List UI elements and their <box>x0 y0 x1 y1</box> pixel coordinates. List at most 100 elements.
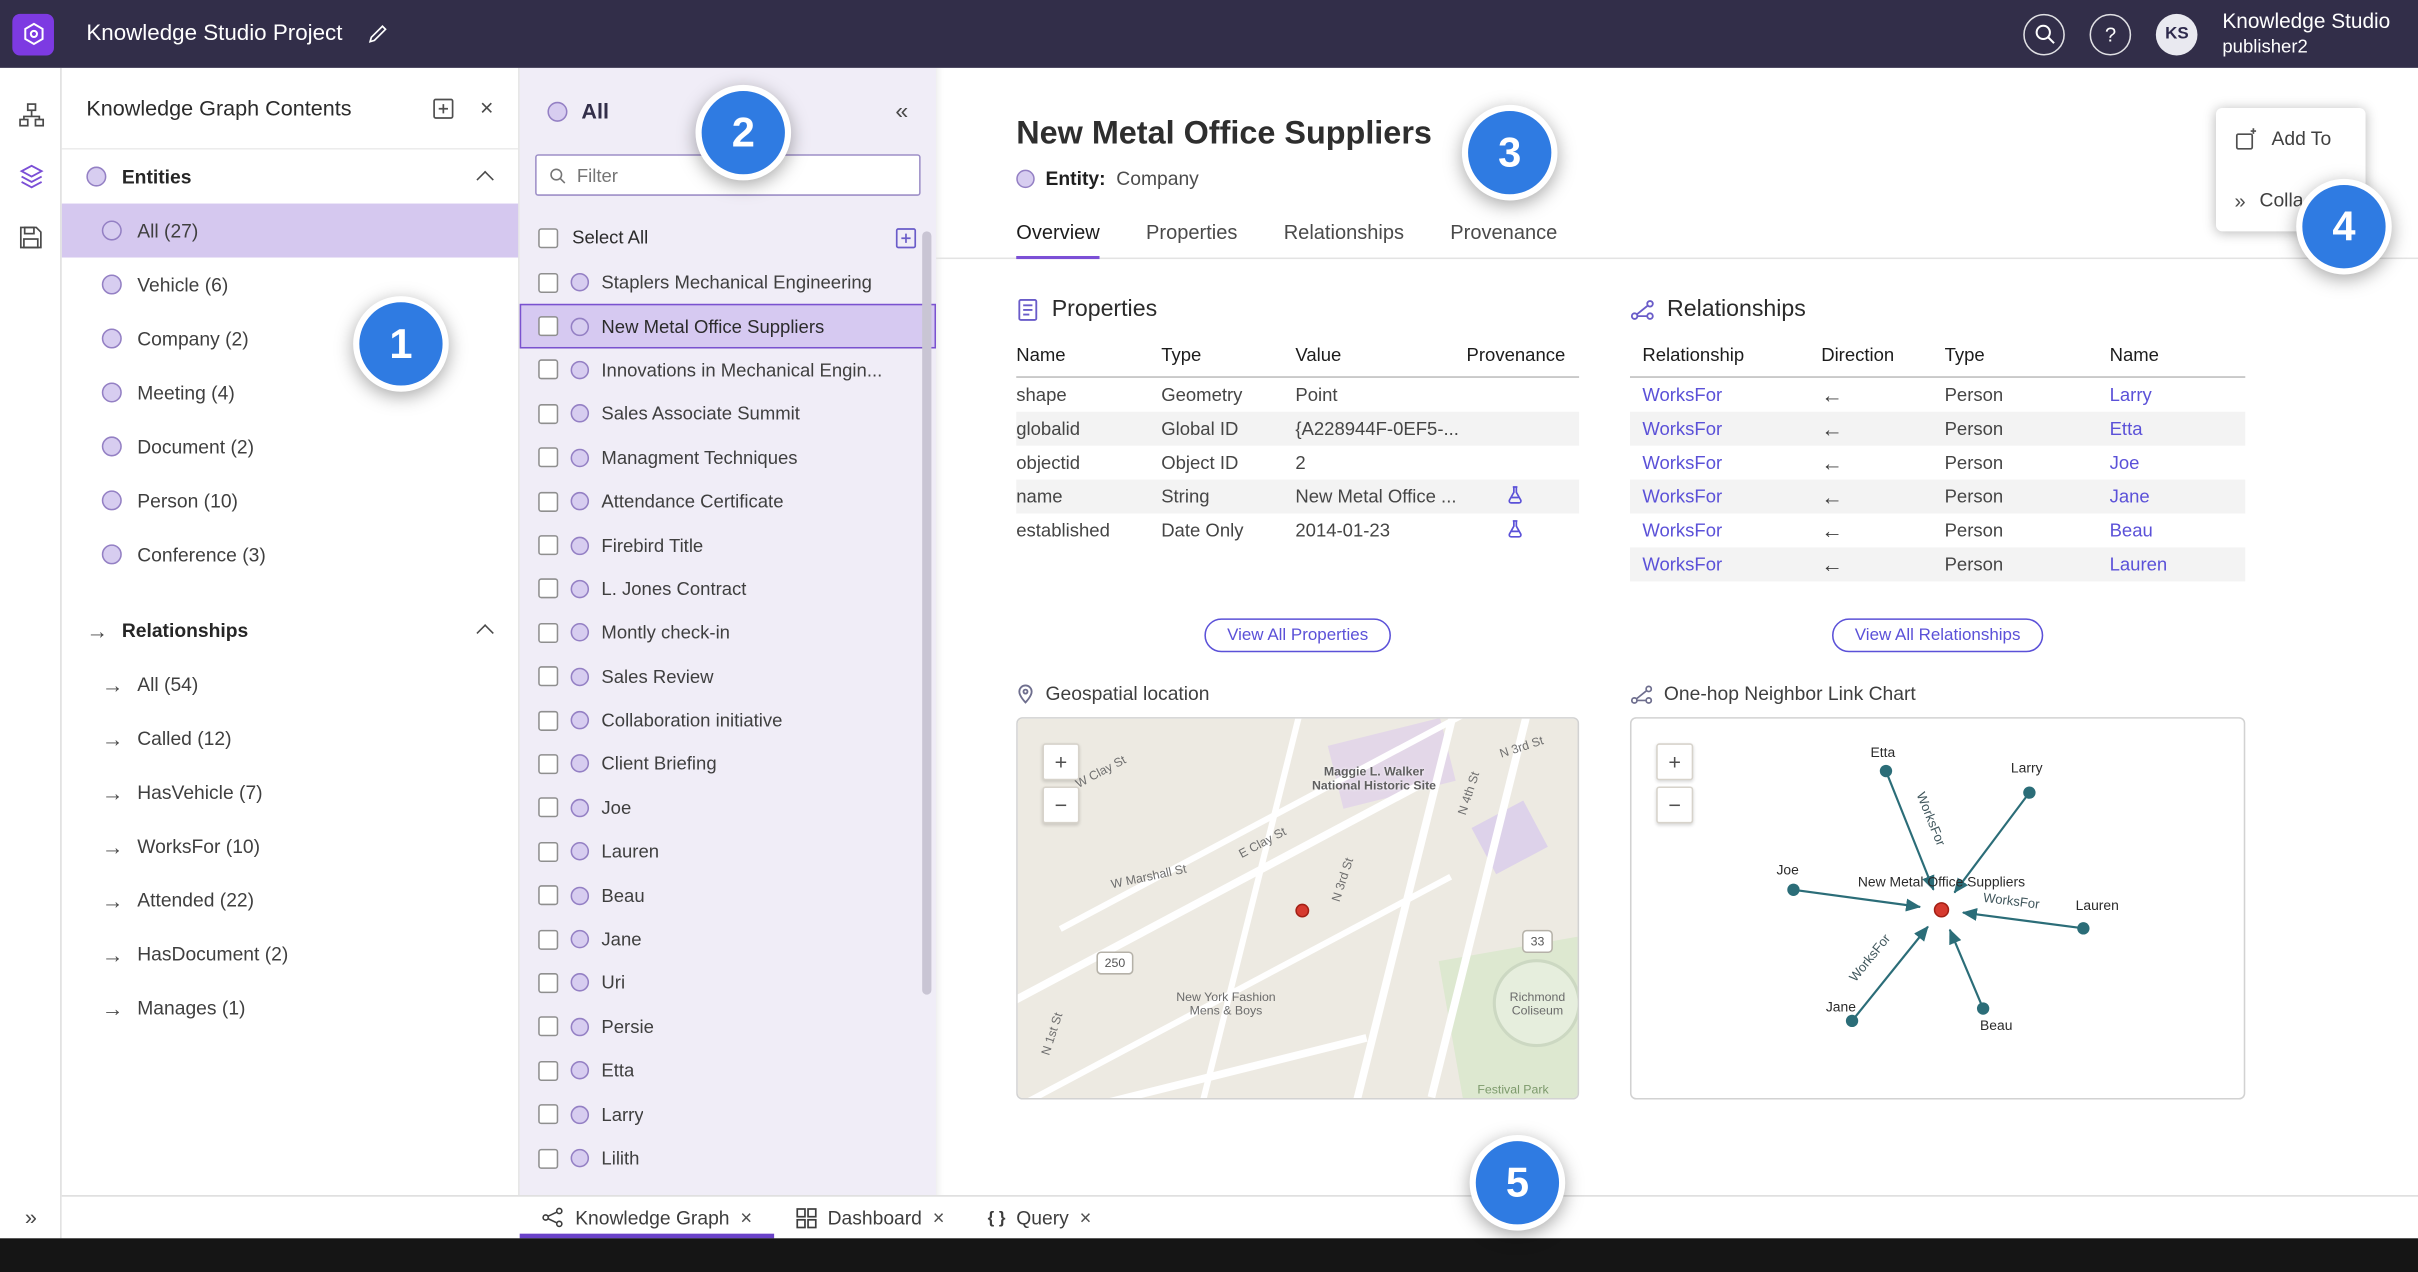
related-entity-link[interactable]: Larry <box>2110 384 2246 406</box>
entities-section-header[interactable]: Entities <box>62 150 518 204</box>
entity-filter-item[interactable]: Company (2) <box>62 312 518 366</box>
close-tab-icon[interactable]: × <box>1080 1206 1092 1229</box>
close-panel-button[interactable]: × <box>480 95 494 121</box>
collapse-panel-button[interactable]: « <box>895 98 908 124</box>
chevron-up-icon[interactable] <box>476 170 494 188</box>
entity-list-item[interactable]: Managment Techniques <box>520 436 936 480</box>
entity-filter-item[interactable]: Document (2) <box>62 419 518 473</box>
item-checkbox[interactable] <box>538 666 559 687</box>
rail-expand-button[interactable]: » <box>0 1204 62 1229</box>
zoom-in-button[interactable]: + <box>1042 743 1080 781</box>
relationship-type-link[interactable]: WorksFor <box>1642 486 1821 508</box>
map-canvas[interactable]: N 3rd St N 4th St N 3rd St N 1st St W Cl… <box>1017 718 1578 1098</box>
graph-node-center[interactable] <box>1933 902 1950 918</box>
relationship-filter-item[interactable]: → HasVehicle (7) <box>62 765 518 819</box>
item-checkbox[interactable] <box>538 272 559 293</box>
relationship-type-link[interactable]: WorksFor <box>1642 452 1821 474</box>
detail-tab[interactable]: Relationships <box>1284 221 1404 258</box>
item-checkbox[interactable] <box>538 403 559 424</box>
zoom-in-button[interactable]: + <box>1656 743 1694 781</box>
graph-node-larry[interactable] <box>2023 786 2036 799</box>
entity-filter-item[interactable]: Person (10) <box>62 473 518 527</box>
item-checkbox[interactable] <box>538 929 559 950</box>
relationship-filter-item[interactable]: → WorksFor (10) <box>62 819 518 873</box>
item-checkbox[interactable] <box>538 710 559 731</box>
graph-node-beau[interactable] <box>1976 1002 1990 1015</box>
related-entity-link[interactable]: Lauren <box>2110 554 2246 576</box>
related-entity-link[interactable]: Beau <box>2110 520 2246 542</box>
item-checkbox[interactable] <box>538 841 559 862</box>
entity-list-item[interactable]: New Metal Office Suppliers <box>519 304 937 349</box>
relationship-filter-item[interactable]: → Attended (22) <box>62 873 518 927</box>
link-chart-canvas[interactable] <box>1632 719 2246 1100</box>
detail-tab[interactable]: Provenance <box>1450 221 1557 258</box>
select-all-checkbox[interactable] <box>538 227 559 248</box>
entity-list-item[interactable]: Lilith <box>520 1136 936 1180</box>
entity-list-item[interactable]: Jane <box>520 917 936 961</box>
item-checkbox[interactable] <box>538 316 559 337</box>
tab-dashboard[interactable]: Dashboard × <box>774 1197 966 1239</box>
provenance-flask-icon[interactable] <box>1507 519 1524 542</box>
relationship-type-link[interactable]: WorksFor <box>1642 554 1821 576</box>
item-checkbox[interactable] <box>538 1060 559 1081</box>
item-checkbox[interactable] <box>538 885 559 906</box>
graph-node-jane[interactable] <box>1845 1014 1859 1028</box>
entity-list-item[interactable]: Staplers Mechanical Engineering <box>520 261 936 305</box>
item-checkbox[interactable] <box>538 797 559 818</box>
user-avatar[interactable]: KS <box>2156 13 2198 55</box>
relationship-type-link[interactable]: WorksFor <box>1642 418 1821 440</box>
provenance-flask-icon[interactable] <box>1507 485 1524 508</box>
save-tool-button[interactable] <box>0 207 62 269</box>
relationship-filter-item[interactable]: → Called (12) <box>62 711 518 765</box>
item-checkbox[interactable] <box>538 360 559 381</box>
menu-item-add-to[interactable]: Add To <box>2216 108 2366 170</box>
item-checkbox[interactable] <box>538 622 559 643</box>
item-checkbox[interactable] <box>538 1016 559 1037</box>
item-checkbox[interactable] <box>538 447 559 468</box>
entity-list-item[interactable]: Uri <box>520 961 936 1005</box>
add-selected-button[interactable] <box>894 226 917 249</box>
close-tab-icon[interactable]: × <box>933 1206 945 1229</box>
graph-node-etta[interactable] <box>1879 764 1893 778</box>
entity-filter-item[interactable]: Conference (3) <box>62 527 518 581</box>
edit-title-button[interactable] <box>367 23 389 45</box>
tab-query[interactable]: { } Query × <box>966 1197 1113 1239</box>
entity-list-item[interactable]: Innovations in Mechanical Engin... <box>520 348 936 392</box>
entity-list-item[interactable]: Sales Review <box>520 655 936 699</box>
entity-filter-item[interactable]: Meeting (4) <box>62 365 518 419</box>
zoom-out-button[interactable]: − <box>1042 786 1080 824</box>
entity-list-item[interactable]: Beau <box>520 874 936 918</box>
entity-list-item[interactable]: Lauren <box>520 830 936 874</box>
item-checkbox[interactable] <box>538 1148 559 1169</box>
entity-list-item[interactable]: Client Briefing <box>520 742 936 786</box>
tab-knowledge-graph[interactable]: Knowledge Graph × <box>519 1197 774 1239</box>
related-entity-link[interactable]: Jane <box>2110 486 2246 508</box>
entity-list-item[interactable]: Montly check-in <box>520 611 936 655</box>
help-button[interactable]: ? <box>2089 13 2132 55</box>
app-logo[interactable] <box>12 13 54 55</box>
related-entity-link[interactable]: Etta <box>2110 418 2246 440</box>
add-panel-button[interactable] <box>432 96 455 119</box>
schema-tool-button[interactable] <box>0 83 62 145</box>
search-button[interactable] <box>2023 13 2066 55</box>
item-checkbox[interactable] <box>538 535 559 556</box>
item-checkbox[interactable] <box>538 491 559 512</box>
relationships-section-header[interactable]: → Relationships <box>62 603 518 657</box>
layers-tool-button[interactable] <box>0 145 62 207</box>
view-all-relationships-button[interactable]: View All Relationships <box>1831 618 2044 653</box>
item-checkbox[interactable] <box>538 754 559 775</box>
graph-node-lauren[interactable] <box>2077 922 2090 935</box>
entity-list-item[interactable]: Persie <box>520 1005 936 1049</box>
related-entity-link[interactable]: Joe <box>2110 452 2246 474</box>
graph-node-joe[interactable] <box>1787 883 1800 896</box>
entity-list-item[interactable]: Collaboration initiative <box>520 698 936 742</box>
chevron-up-icon[interactable] <box>476 623 494 641</box>
entity-list-item[interactable]: Sales Associate Summit <box>520 392 936 436</box>
entity-list-item[interactable]: Joe <box>520 786 936 830</box>
item-checkbox[interactable] <box>538 578 559 599</box>
relationship-filter-item[interactable]: → Manages (1) <box>62 981 518 1035</box>
entity-filter-item[interactable]: All (27) <box>61 203 519 258</box>
entity-filter-item[interactable]: Vehicle (6) <box>62 258 518 312</box>
entity-list-item[interactable]: Larry <box>520 1092 936 1136</box>
relationship-filter-item[interactable]: → All (54) <box>62 657 518 711</box>
